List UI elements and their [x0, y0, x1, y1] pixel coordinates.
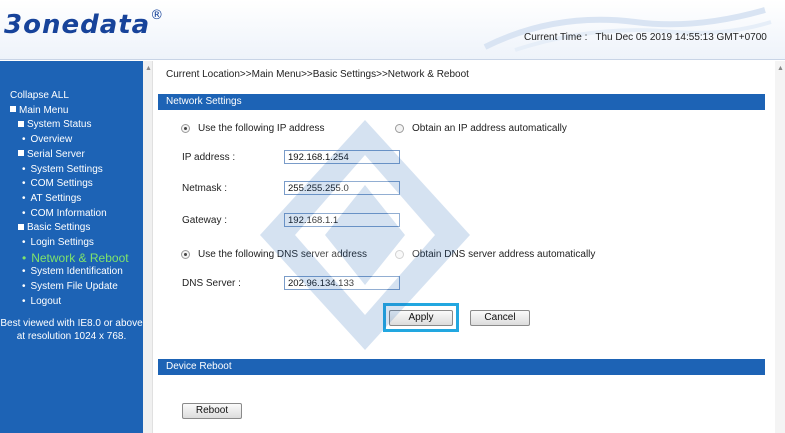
sidebar-item-label: System Identification	[30, 266, 123, 278]
current-time: Current Time : Thu Dec 05 2019 14:55:13 G…	[524, 32, 767, 43]
sidebar-item-system-file-update[interactable]: • System File Update	[10, 280, 129, 295]
ip-manual-option-label: Use the following IP address	[198, 123, 325, 134]
collapse-box-icon	[18, 120, 24, 127]
dns-server-label: DNS Server :	[182, 278, 241, 289]
bullet-icon: •	[22, 237, 26, 249]
bullet-icon: •	[22, 178, 26, 190]
sidebar-item-label: Basic Settings	[27, 222, 91, 234]
netmask-label: Netmask :	[182, 183, 228, 194]
sidebar-item-system-settings[interactable]: • System Settings	[10, 163, 129, 178]
current-time-label: Current Time :	[524, 32, 588, 43]
sidebar-item-label: Logout	[30, 295, 62, 307]
sidebar-item-system-identification[interactable]: • System Identification	[10, 265, 129, 280]
bullet-icon: •	[22, 250, 27, 265]
dns-manual-option[interactable]: Use the following DNS server address	[181, 249, 367, 260]
apply-button[interactable]: Apply	[389, 310, 453, 326]
ip-manual-option[interactable]: Use the following IP address	[181, 123, 325, 134]
ip-address-label: IP address :	[182, 152, 236, 163]
scroll-up-arrow-icon[interactable]: ▲	[145, 65, 152, 72]
best-viewed-note: Best viewed with IE8.0 or above at resol…	[0, 317, 143, 343]
ip-auto-option-label: Obtain an IP address automatically	[412, 123, 567, 134]
radio-unchecked-icon[interactable]	[395, 250, 404, 259]
best-viewed-line: at resolution 1024 x 768.	[16, 331, 127, 342]
sidebar-item-label: System Settings	[30, 163, 103, 175]
network-settings-header: Network Settings	[158, 94, 765, 110]
sidebar-item-label: Main Menu	[19, 104, 69, 116]
collapse-box-icon	[18, 150, 24, 157]
bullet-icon: •	[22, 163, 26, 175]
sidebar-group-system-status[interactable]: System Status	[10, 118, 129, 133]
sidebar-group-serial-server[interactable]: Serial Server	[10, 148, 129, 163]
best-viewed-line: Best viewed with IE8.0 or above	[0, 318, 143, 329]
sidebar-item-overview[interactable]: • Overview	[10, 133, 129, 148]
sidebar-item-logout[interactable]: • Logout	[10, 295, 129, 310]
cancel-button[interactable]: Cancel	[470, 310, 530, 326]
collapse-all-link[interactable]: Collapse ALL	[10, 89, 129, 104]
sidebar-item-com-information[interactable]: • COM Information	[10, 207, 129, 222]
ip-auto-option[interactable]: Obtain an IP address automatically	[395, 123, 567, 134]
sidebar-item-network-reboot[interactable]: • Network & Reboot	[10, 251, 129, 266]
dns-manual-option-label: Use the following DNS server address	[198, 249, 367, 260]
dns-auto-option-label: Obtain DNS server address automatically	[412, 249, 596, 260]
scroll-up-arrow-icon[interactable]: ▲	[777, 65, 784, 72]
sidebar-menu: Collapse ALL Main Menu System Status • Ov…	[10, 89, 129, 310]
sidebar: Collapse ALL Main Menu System Status • Ov…	[0, 61, 143, 433]
sidebar-item-label: Network & Reboot	[31, 250, 129, 265]
bullet-icon: •	[22, 281, 26, 293]
sidebar-item-at-settings[interactable]: • AT Settings	[10, 192, 129, 207]
header-decoration-icon	[483, 7, 772, 52]
ip-address-input[interactable]	[284, 150, 400, 164]
bullet-icon: •	[22, 134, 26, 146]
collapse-box-icon	[18, 223, 24, 230]
dns-server-input[interactable]	[284, 276, 400, 290]
sidebar-scrollbar[interactable]: ▲	[143, 61, 153, 433]
sidebar-item-label: Login Settings	[30, 237, 94, 249]
gateway-input[interactable]	[284, 213, 400, 227]
sidebar-item-label: System File Update	[30, 281, 118, 293]
current-time-value: Thu Dec 05 2019 14:55:13 GMT+0700	[595, 32, 767, 43]
header: 3onedata® Current Time : Thu Dec 05 2019 …	[0, 0, 785, 60]
sidebar-item-label: COM Information	[30, 207, 107, 219]
sidebar-item-login-settings[interactable]: • Login Settings	[10, 236, 129, 251]
sidebar-group-basic-settings[interactable]: Basic Settings	[10, 221, 129, 236]
logo-text: 3onedata	[4, 10, 151, 40]
sidebar-item-label: COM Settings	[30, 178, 93, 190]
main-content: Current Location>>Main Menu>>Basic Setti…	[154, 61, 775, 433]
bullet-icon: •	[22, 266, 26, 278]
collapse-box-icon	[10, 106, 16, 113]
device-reboot-header: Device Reboot	[158, 359, 765, 375]
main-scrollbar[interactable]: ▲	[775, 61, 785, 433]
logo-registered-mark: ®	[150, 8, 165, 24]
radio-checked-icon[interactable]	[181, 124, 190, 133]
brand-logo: 3onedata®	[4, 8, 165, 40]
bullet-icon: •	[22, 207, 26, 219]
radio-unchecked-icon[interactable]	[395, 124, 404, 133]
radio-checked-icon[interactable]	[181, 250, 190, 259]
sidebar-item-main-menu[interactable]: Main Menu	[10, 104, 129, 119]
dns-auto-option[interactable]: Obtain DNS server address automatically	[395, 249, 595, 260]
sidebar-item-com-settings[interactable]: • COM Settings	[10, 177, 129, 192]
netmask-input[interactable]	[284, 181, 400, 195]
sidebar-item-label: Overview	[30, 134, 73, 146]
breadcrumb: Current Location>>Main Menu>>Basic Setti…	[166, 69, 469, 80]
bullet-icon: •	[22, 295, 26, 307]
sidebar-item-label: AT Settings	[30, 192, 82, 204]
sidebar-item-label: Serial Server	[27, 148, 85, 160]
reboot-button[interactable]: Reboot	[182, 403, 242, 419]
gateway-label: Gateway :	[182, 215, 228, 226]
bullet-icon: •	[22, 192, 26, 204]
sidebar-item-label: System Status	[27, 119, 92, 131]
